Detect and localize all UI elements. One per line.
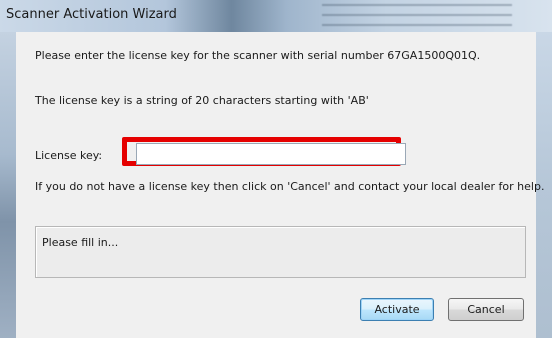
dialog-body: Please enter the license key for the sca… [16, 32, 544, 338]
title-bar[interactable]: Scanner Activation Wizard [0, 0, 552, 33]
license-key-input[interactable] [136, 143, 406, 165]
cancel-button[interactable]: Cancel [448, 298, 524, 321]
license-format-note: The license key is a string of 20 charac… [35, 94, 369, 107]
help-text: If you do not have a license key then cl… [35, 180, 545, 193]
window-title: Scanner Activation Wizard [6, 7, 177, 22]
window-frame-left [0, 32, 16, 338]
license-key-label: License key: [35, 149, 103, 162]
status-message: Please fill in... [42, 236, 119, 249]
background-window-ghost [322, 4, 512, 26]
serial-instruction: Please enter the license key for the sca… [35, 49, 481, 62]
activate-button[interactable]: Activate [360, 298, 434, 321]
status-message-box: Please fill in... [35, 226, 526, 278]
